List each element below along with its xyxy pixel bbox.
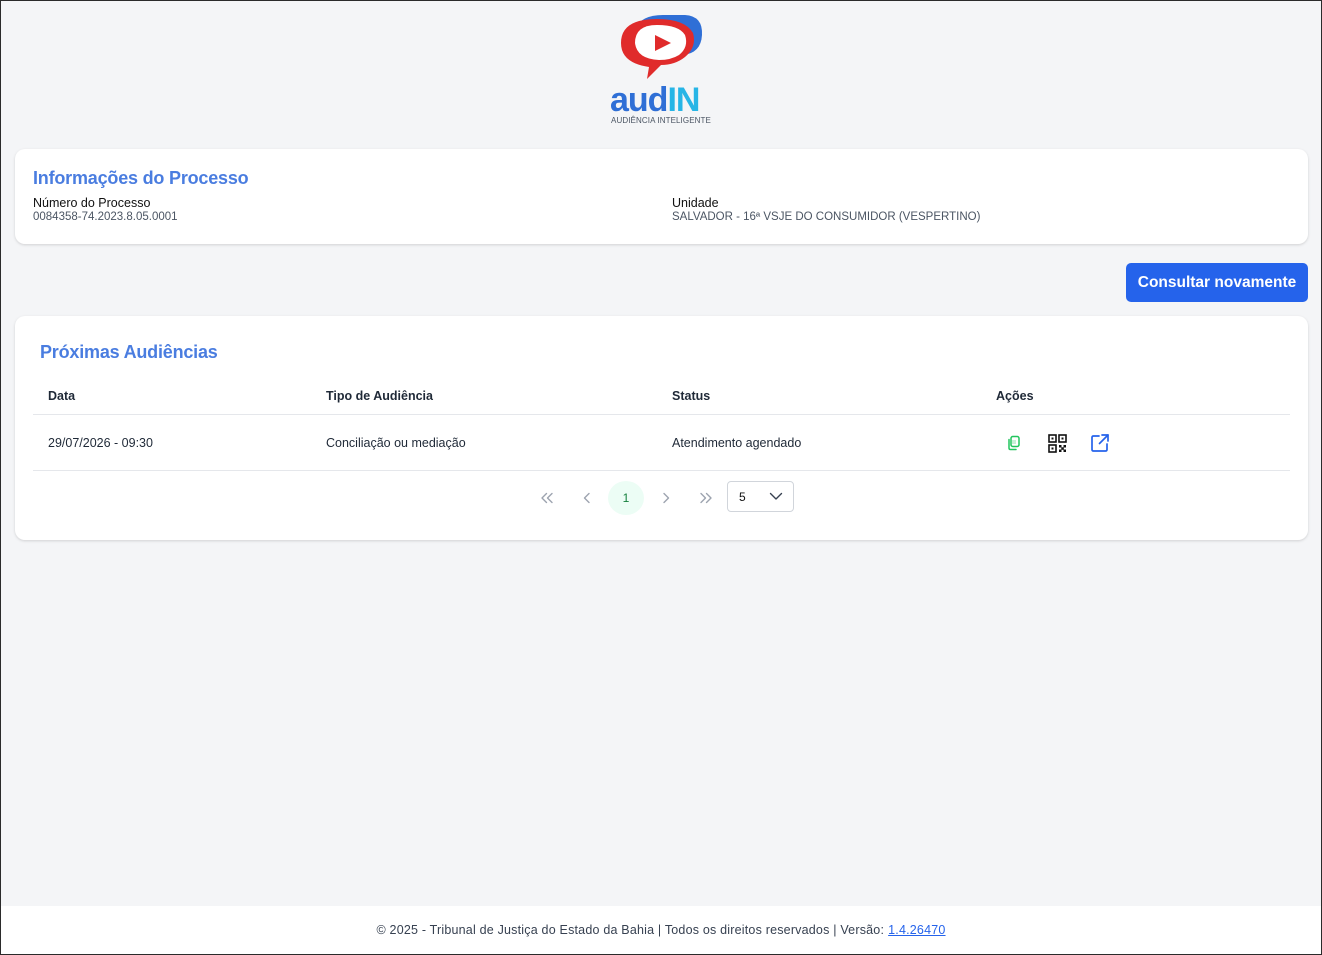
double-chevron-right-icon bbox=[700, 492, 712, 504]
open-link-button[interactable] bbox=[1089, 432, 1111, 454]
unit-label: Unidade bbox=[672, 196, 719, 210]
logo-wordmark: audIN bbox=[610, 81, 699, 117]
external-link-icon bbox=[1091, 434, 1109, 452]
column-header-status: Status bbox=[672, 389, 711, 403]
first-page-button[interactable] bbox=[536, 481, 558, 515]
hearing-date: 29/07/2026 - 09:30 bbox=[48, 436, 153, 450]
footer-text: © 2025 - Tribunal de Justiça do Estado d… bbox=[376, 923, 885, 937]
chevron-left-icon bbox=[583, 492, 590, 504]
pagination: 1 5 bbox=[15, 481, 1308, 515]
column-header-tipo: Tipo de Audiência bbox=[326, 389, 433, 403]
hearings-table: Data Tipo de Audiência Status Ações 29/0… bbox=[33, 378, 1290, 471]
footer: © 2025 - Tribunal de Justiça do Estado d… bbox=[1, 906, 1321, 954]
previous-page-button[interactable] bbox=[578, 481, 596, 515]
page-size-value: 5 bbox=[739, 489, 746, 504]
page-size-select[interactable]: 5 bbox=[727, 481, 794, 512]
double-chevron-left-icon bbox=[541, 492, 553, 504]
table-row: 29/07/2026 - 09:30 Conciliação ou mediaç… bbox=[33, 415, 1290, 471]
logo-tagline: AUDIÊNCIA INTELIGENTE bbox=[611, 116, 711, 125]
table-header: Data Tipo de Audiência Status Ações bbox=[33, 378, 1290, 415]
process-number-label: Número do Processo bbox=[33, 196, 151, 210]
row-actions bbox=[1003, 432, 1132, 454]
hearing-status: Atendimento agendado bbox=[672, 436, 802, 450]
copy-button[interactable] bbox=[1003, 432, 1025, 454]
unit-value: SALVADOR - 16ª VSJE DO CONSUMIDOR (VESPE… bbox=[672, 211, 981, 223]
process-info-title: Informações do Processo bbox=[33, 168, 249, 188]
copy-icon bbox=[1008, 435, 1020, 451]
process-number-field: Número do Processo 0084358-74.2023.8.05.… bbox=[33, 196, 178, 224]
unit-field: Unidade SALVADOR - 16ª VSJE DO CONSUMIDO… bbox=[672, 196, 980, 224]
chevron-right-icon bbox=[663, 492, 670, 504]
column-header-acoes: Ações bbox=[996, 389, 1034, 403]
chevron-down-icon bbox=[769, 492, 783, 500]
upcoming-hearings-title: Próximas Audiências bbox=[40, 342, 218, 362]
process-number-value: 0084358-74.2023.8.05.0001 bbox=[33, 211, 178, 223]
qr-code-button[interactable] bbox=[1046, 432, 1068, 454]
logo: audIN AUDIÊNCIA INTELIGENTE bbox=[601, 13, 725, 129]
page-number-button[interactable]: 1 bbox=[608, 481, 644, 515]
next-page-button[interactable] bbox=[657, 481, 675, 515]
upcoming-hearings-card: Próximas Audiências Data Tipo de Audiênc… bbox=[15, 316, 1308, 540]
process-info-card: Informações do Processo Número do Proces… bbox=[15, 149, 1308, 244]
last-page-button[interactable] bbox=[695, 481, 717, 515]
consult-again-button[interactable]: Consultar novamente bbox=[1126, 263, 1308, 302]
column-header-data: Data bbox=[48, 389, 76, 403]
version-link[interactable]: 1.4.26470 bbox=[888, 923, 945, 937]
logo-graphic: audIN bbox=[610, 15, 703, 117]
qr-code-icon bbox=[1047, 433, 1067, 453]
hearing-type: Conciliação ou mediação bbox=[326, 436, 466, 450]
